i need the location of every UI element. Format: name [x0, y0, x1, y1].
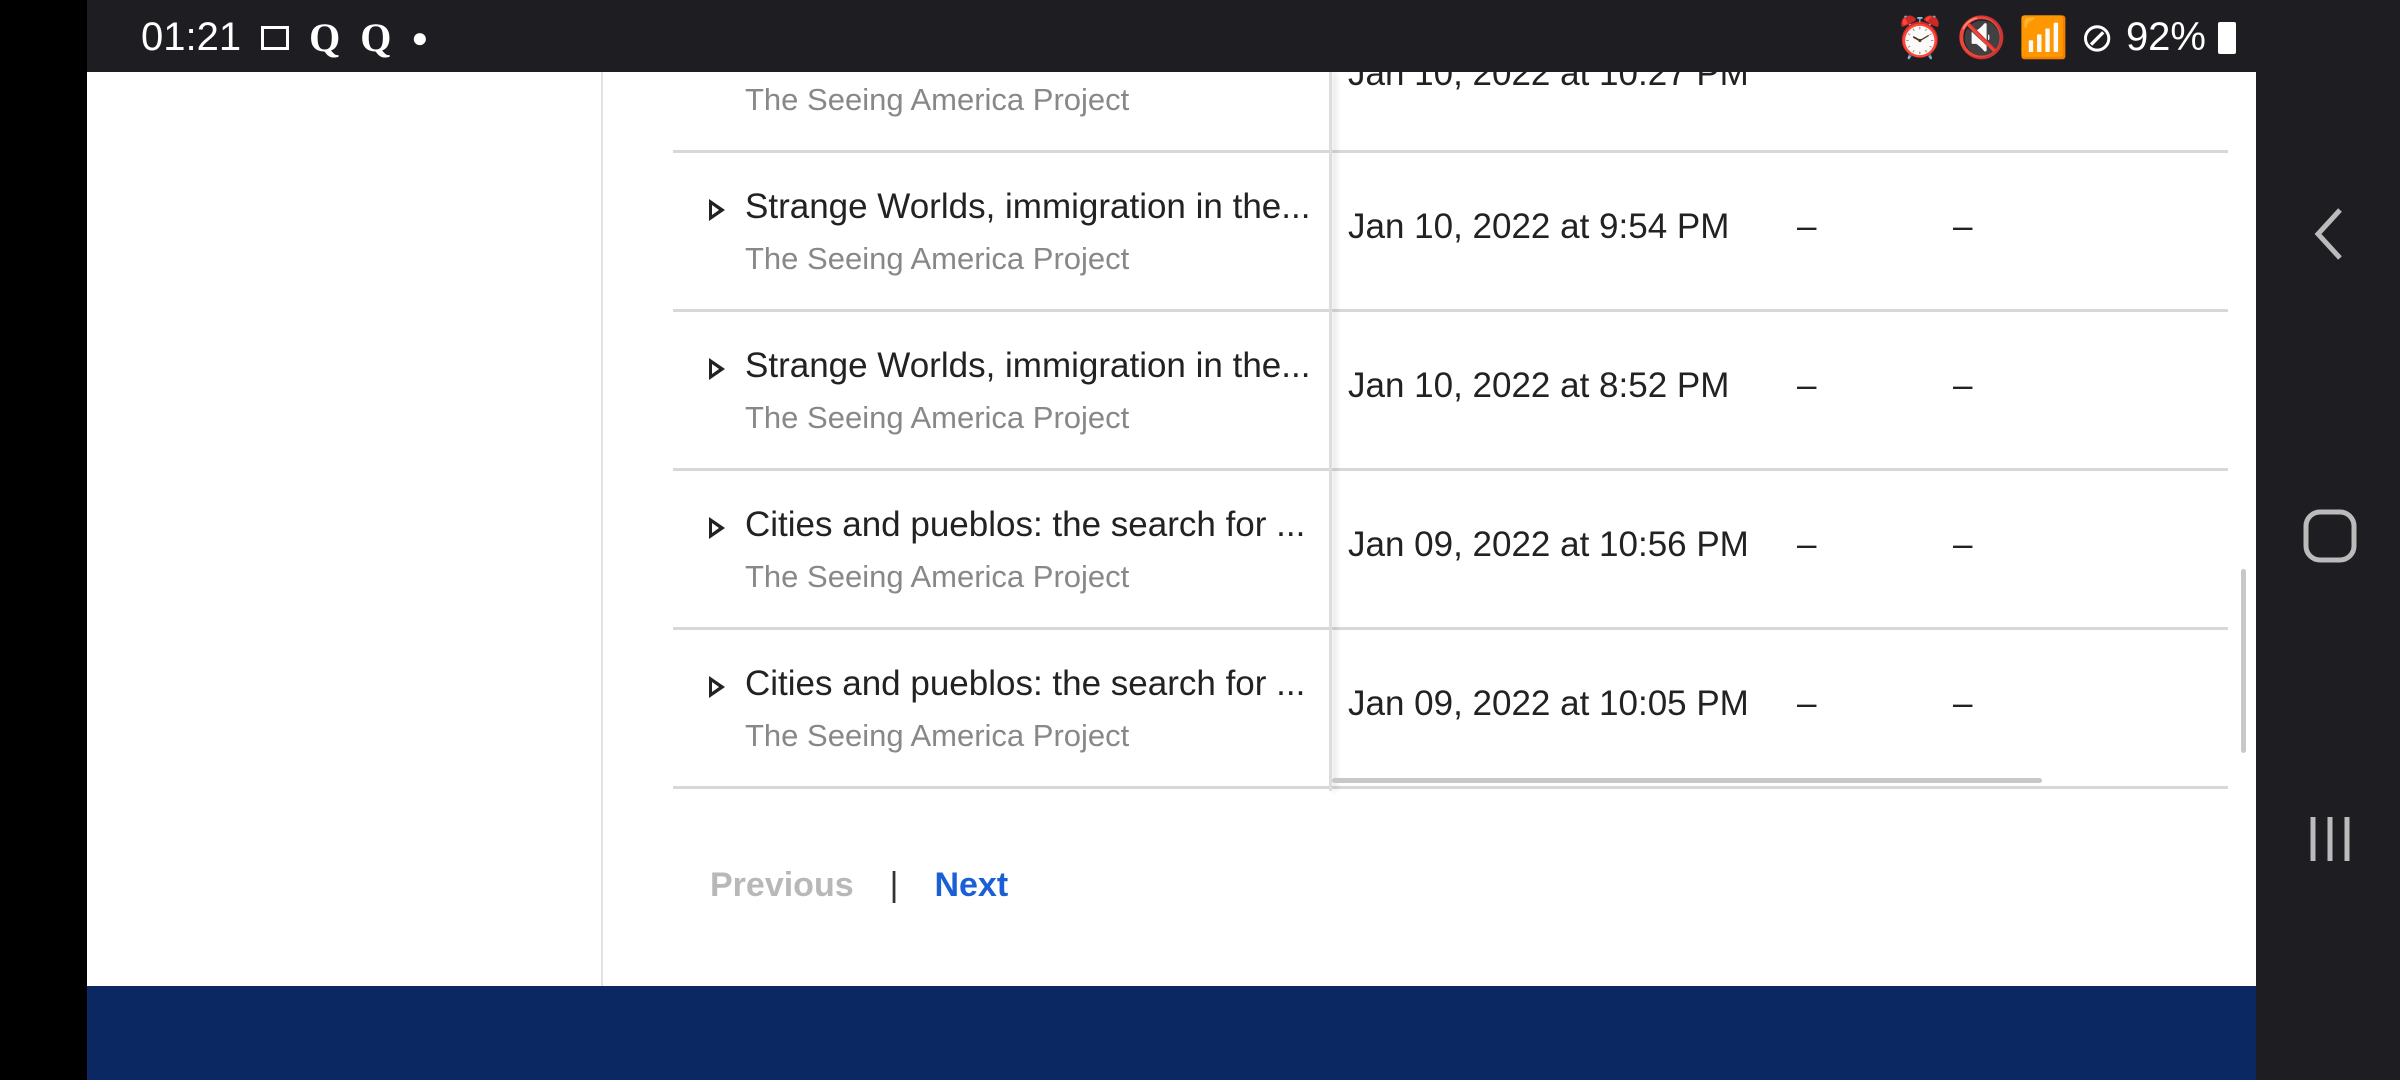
page-footer: [87, 986, 2256, 1080]
home-icon[interactable]: [2300, 506, 2360, 566]
table-row[interactable]: Cities and pueblos: the search for ... T…: [673, 471, 2228, 630]
expand-icon[interactable]: [709, 358, 725, 380]
vertical-scrollbar[interactable]: [2241, 569, 2246, 753]
row-col3: –: [1797, 525, 1817, 564]
pagination: Previous | Next: [710, 866, 1008, 905]
row-col4: –: [1953, 207, 1973, 246]
row-title[interactable]: Strange Worlds, immigration in the...: [745, 346, 1315, 386]
row-subtitle: The Seeing America Project: [745, 241, 1130, 276]
mute-icon: 🔇: [1956, 16, 2007, 60]
previous-button[interactable]: Previous: [710, 866, 854, 905]
row-date: Jan 10, 2022 at 9:54 PM: [1348, 207, 1730, 246]
row-col4: –: [1953, 366, 1973, 405]
back-icon[interactable]: [2300, 204, 2360, 264]
row-col3: –: [1797, 684, 1817, 723]
alarm-icon: ⏰: [1894, 16, 1945, 60]
table-row[interactable]: Strange Worlds, immigration in the... Th…: [673, 153, 2228, 312]
row-col4: –: [1953, 525, 1973, 564]
row-col3: –: [1797, 207, 1817, 246]
expand-icon[interactable]: [709, 199, 725, 221]
row-subtitle: The Seeing America Project: [745, 559, 1130, 594]
battery-icon: [2218, 21, 2236, 54]
row-title[interactable]: Cities and pueblos: the search for ...: [745, 505, 1315, 545]
left-edge: [0, 0, 87, 1080]
quora-icon: Q: [360, 15, 392, 60]
table-row[interactable]: The Seeing America Project Jan 10, 2022 …: [673, 72, 2228, 153]
table-row[interactable]: Strange Worlds, immigration in the... Th…: [673, 312, 2228, 471]
table-row[interactable]: Cities and pueblos: the search for ... T…: [673, 630, 2228, 789]
row-col4: –: [1953, 684, 1973, 723]
wifi-icon: 📶: [2018, 16, 2069, 60]
status-bar: 01:21 Q Q ● ⏰ 🔇 📶 ⊘ 92%: [87, 0, 2256, 72]
dot-icon: ●: [411, 21, 429, 53]
row-title[interactable]: Cities and pueblos: the search for ...: [745, 664, 1315, 704]
gallery-icon: [261, 25, 290, 50]
expand-icon[interactable]: [709, 676, 725, 698]
row-col3: –: [1797, 366, 1817, 405]
next-button[interactable]: Next: [934, 866, 1008, 905]
row-date: Jan 10, 2022 at 8:52 PM: [1348, 366, 1730, 405]
do-not-disturb-icon: ⊘: [2080, 15, 2114, 60]
battery-level: 92%: [2125, 15, 2206, 59]
page-content: The Seeing America Project Jan 10, 2022 …: [87, 72, 2256, 986]
status-time: 01:21: [141, 15, 242, 59]
row-title[interactable]: Strange Worlds, immigration in the...: [745, 187, 1315, 227]
row-date: Jan 09, 2022 at 10:05 PM: [1348, 684, 1749, 723]
pagination-separator: |: [889, 866, 899, 904]
row-subtitle: The Seeing America Project: [745, 718, 1130, 753]
frozen-column-divider: [1329, 72, 1332, 791]
horizontal-scrollbar[interactable]: [1332, 778, 2042, 783]
row-date: Jan 10, 2022 at 10:27 PM: [1348, 72, 1749, 93]
row-subtitle: The Seeing America Project: [745, 82, 1130, 117]
recents-icon[interactable]: [2300, 809, 2360, 869]
row-subtitle: The Seeing America Project: [745, 400, 1130, 435]
expand-icon[interactable]: [709, 517, 725, 539]
sidebar-divider: [601, 72, 603, 986]
row-date: Jan 09, 2022 at 10:56 PM: [1348, 525, 1749, 564]
quora-icon: Q: [309, 15, 341, 60]
